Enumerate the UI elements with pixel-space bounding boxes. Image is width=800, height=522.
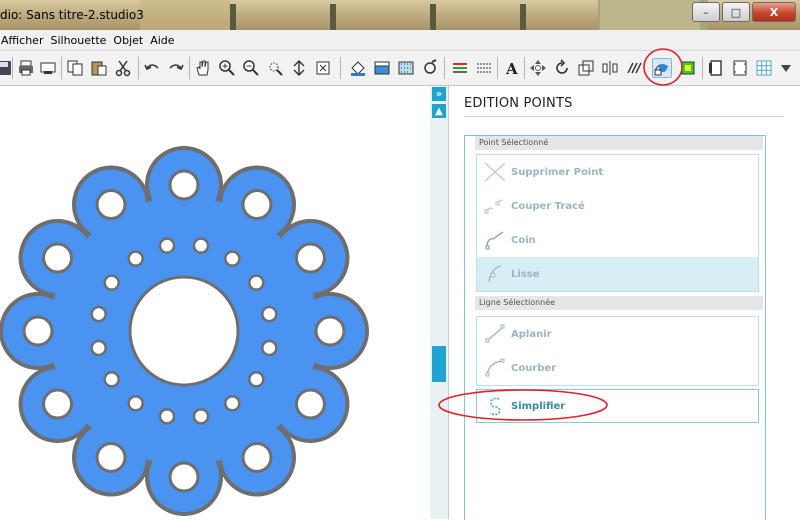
zoom-out-icon[interactable] (241, 58, 261, 78)
small-hole (261, 339, 278, 357)
svg-text:A: A (505, 60, 518, 77)
panel-scroll-strip: » ▲ (430, 86, 448, 519)
window-title: dio: Sans titre-2.studio3 (0, 8, 144, 22)
small-hole (224, 250, 241, 267)
smooth-button[interactable]: Lisse (477, 257, 758, 291)
delete-point-button[interactable]: Supprimer Point (477, 155, 758, 189)
paste-icon[interactable] (89, 58, 109, 78)
petal-hole (168, 169, 200, 201)
petal-hole (314, 315, 346, 347)
flower-shape[interactable] (0, 86, 430, 519)
curve-button[interactable]: Courber (477, 351, 758, 385)
flatten-icon (482, 321, 508, 347)
petal-hole (294, 242, 326, 274)
collapse-panel-icon[interactable]: » (432, 87, 446, 101)
redo-icon[interactable] (166, 58, 186, 78)
text-icon[interactable]: A (501, 58, 521, 78)
delete-point-icon (482, 159, 508, 185)
petal-hole (95, 441, 127, 473)
point-edit-icon[interactable] (652, 58, 672, 78)
small-hole (127, 250, 144, 267)
corner-button[interactable]: Coin (477, 223, 758, 257)
more-icon[interactable] (776, 58, 796, 78)
small-hole (192, 408, 210, 425)
scroll-thumb[interactable] (432, 346, 446, 382)
align-icon[interactable] (600, 58, 620, 78)
section-header-point: Point Sélectionné (475, 136, 763, 150)
menu-afficher[interactable]: Afficher (0, 34, 50, 47)
small-hole (158, 408, 176, 425)
small-hole (127, 395, 144, 412)
petal-hole (168, 461, 200, 493)
small-hole (248, 371, 265, 388)
point-actions-group: Supprimer Point Couper Tracé Coin Lisse (476, 154, 759, 292)
petal-hole (241, 441, 273, 473)
fit-page-icon[interactable] (289, 58, 309, 78)
petal-hole (95, 189, 127, 221)
zoom-fit-icon[interactable] (313, 58, 333, 78)
replicate-icon[interactable] (624, 58, 644, 78)
cut-path-icon (482, 193, 508, 219)
small-hole (248, 274, 265, 291)
page-setup-icon[interactable] (706, 58, 726, 78)
flatten-button[interactable]: Aplanir (477, 317, 758, 351)
scroll-up-icon[interactable]: ▲ (432, 104, 446, 118)
menu-bar: Afficher Silhouette Objet Aide (0, 30, 800, 51)
scale-icon[interactable] (576, 58, 596, 78)
line-color-icon[interactable] (420, 58, 440, 78)
copy-icon[interactable] (65, 58, 85, 78)
petal-hole (22, 315, 54, 347)
cut-path-button[interactable]: Couper Tracé (477, 189, 758, 223)
section-header-line: Ligne Sélectionnée (475, 296, 763, 310)
maximize-button[interactable]: □ (722, 2, 750, 22)
small-hole (103, 371, 120, 388)
smooth-icon (482, 261, 508, 287)
scissors-icon[interactable] (113, 58, 133, 78)
cut-settings-icon[interactable] (730, 58, 750, 78)
small-hole (261, 305, 278, 323)
pattern-icon[interactable] (396, 58, 416, 78)
fill-color-icon[interactable] (348, 58, 368, 78)
zoom-in-icon[interactable] (217, 58, 237, 78)
grid-icon[interactable] (754, 58, 774, 78)
center-hole (128, 275, 240, 387)
menu-objet[interactable]: Objet (113, 34, 150, 47)
small-hole (90, 339, 107, 357)
pan-hand-icon[interactable] (193, 58, 213, 78)
move-icon[interactable] (528, 58, 548, 78)
line-style-icon[interactable] (450, 58, 470, 78)
gradient-icon[interactable] (372, 58, 392, 78)
small-hole (90, 305, 107, 323)
line-actions-group: Aplanir Courber (476, 316, 759, 386)
colour-icon[interactable] (678, 58, 698, 78)
small-hole (224, 395, 241, 412)
corner-icon (482, 227, 508, 253)
simplify-button[interactable]: Simplifier (476, 389, 759, 423)
petal-hole (42, 242, 74, 274)
small-hole (158, 237, 176, 254)
rotate-icon[interactable] (552, 58, 572, 78)
simplify-icon (482, 393, 508, 419)
toolbar: A (0, 48, 800, 86)
panel-title: EDITION POINTS (464, 96, 573, 111)
petal-hole (42, 388, 74, 420)
design-canvas[interactable] (0, 86, 430, 519)
title-bar: dio: Sans titre-2.studio3 – □ X (0, 0, 800, 30)
minimize-button[interactable]: – (692, 2, 720, 22)
lines-icon[interactable] (474, 58, 494, 78)
print-icon[interactable] (16, 58, 36, 78)
edit-points-panel: EDITION POINTS Point Sélectionné Supprim… (438, 86, 800, 520)
curve-icon (482, 355, 508, 381)
menu-silhouette[interactable]: Silhouette (50, 34, 113, 47)
zoom-select-icon[interactable] (265, 58, 285, 78)
menu-aide[interactable]: Aide (150, 34, 181, 47)
small-hole (192, 237, 210, 254)
close-button[interactable]: X (752, 2, 796, 22)
undo-icon[interactable] (142, 58, 162, 78)
cut-send-icon[interactable] (38, 58, 58, 78)
petal-hole (241, 189, 273, 221)
petal-hole (294, 388, 326, 420)
small-hole (103, 274, 120, 291)
